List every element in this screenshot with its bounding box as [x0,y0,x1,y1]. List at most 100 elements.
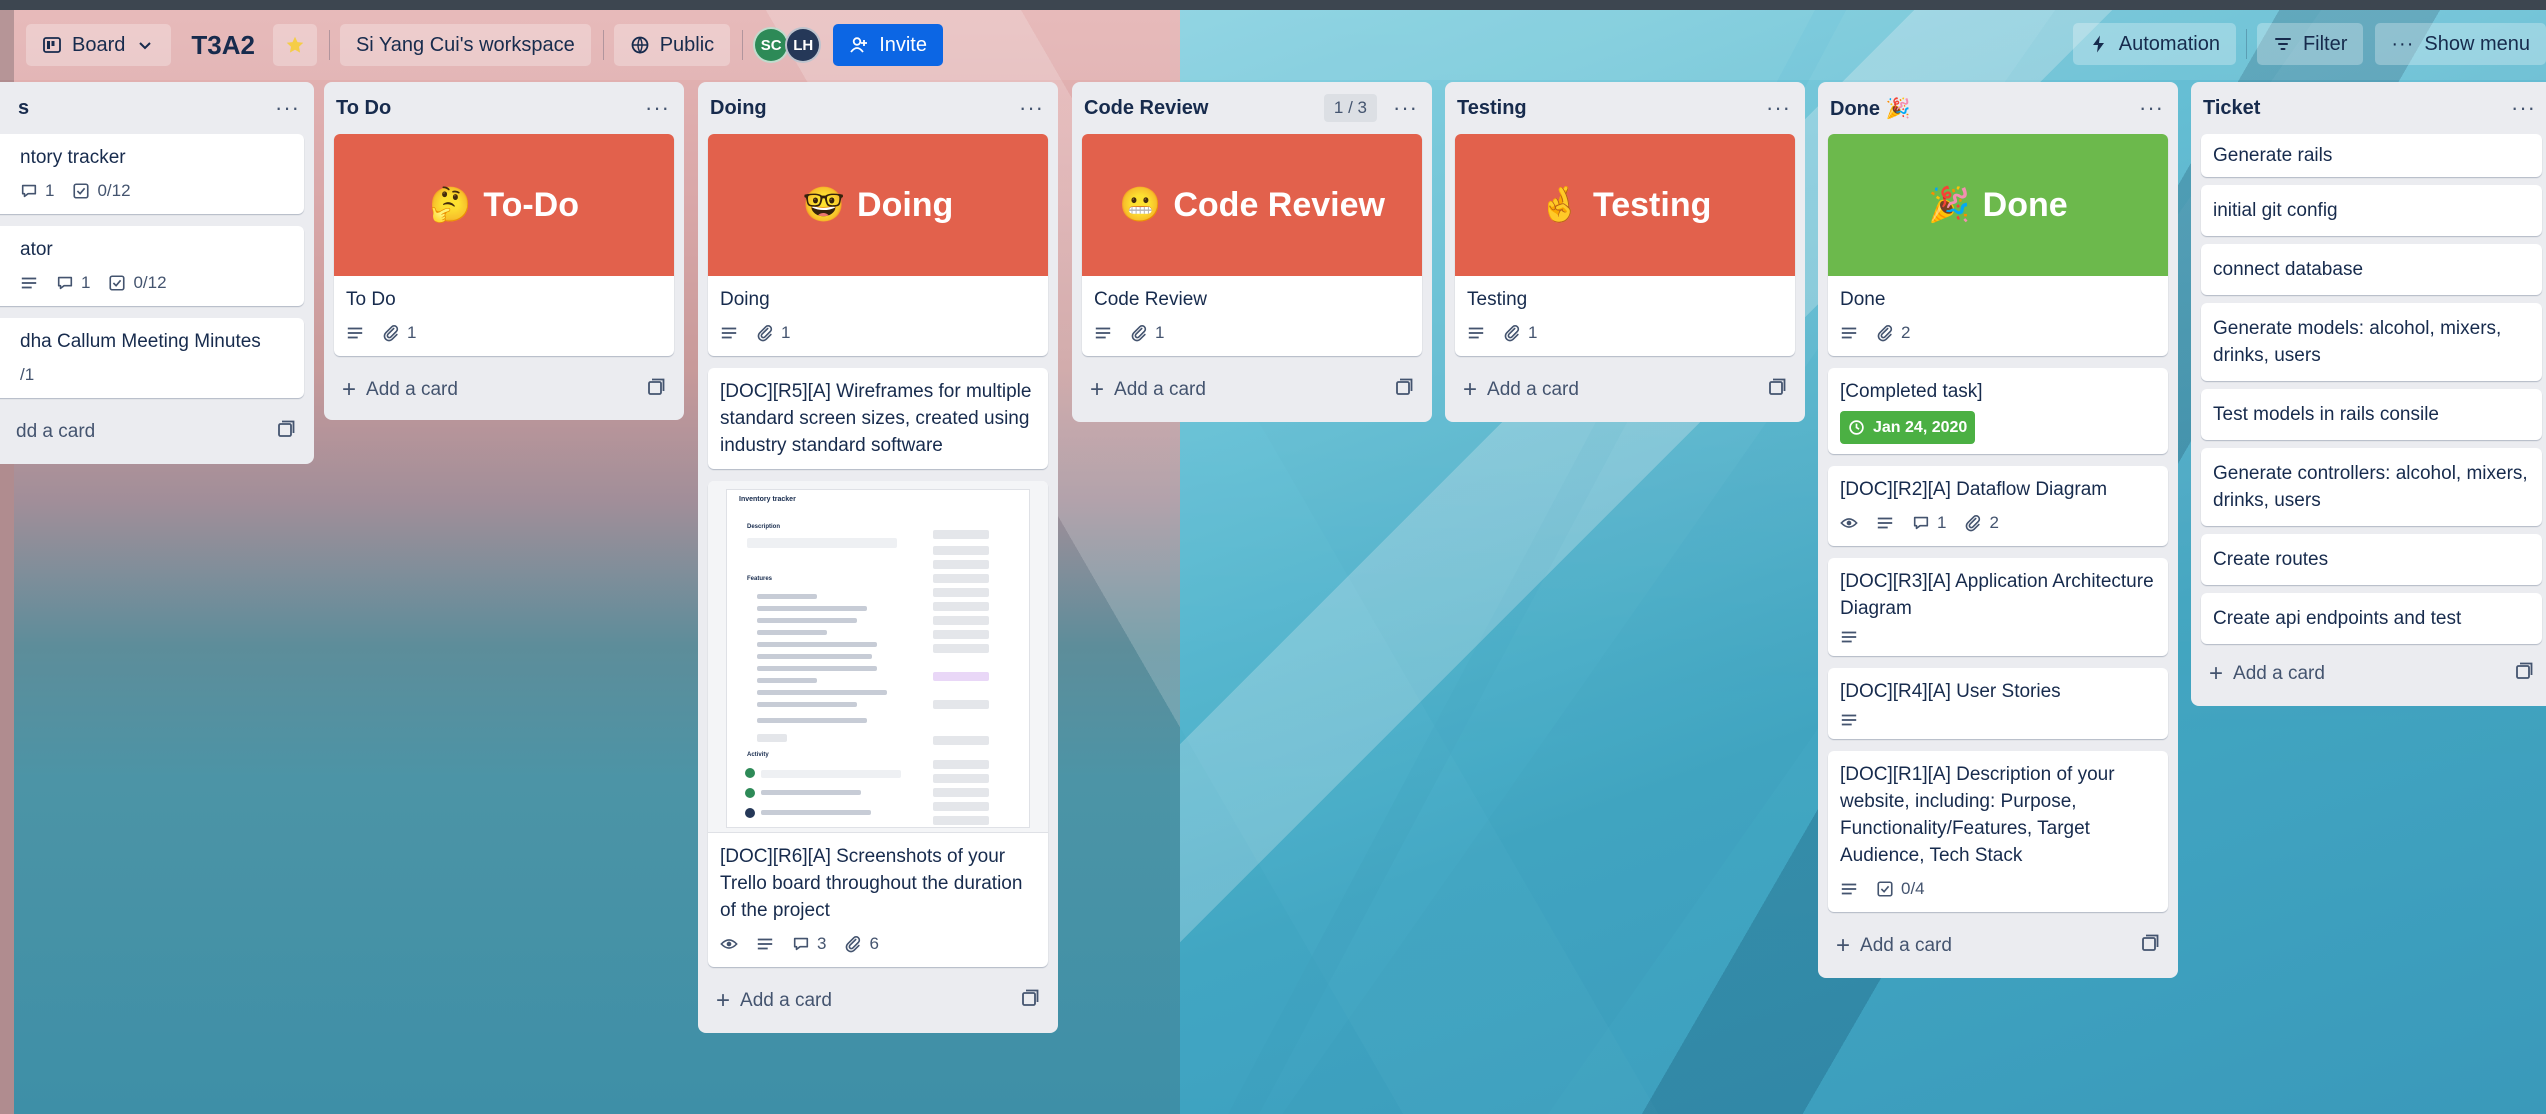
checklist-icon [1876,880,1894,898]
attachment-count: 2 [1901,323,1911,342]
list-card[interactable]: ntory tracker 1 0/12 [0,134,304,214]
create-from-template-icon[interactable] [2140,933,2160,959]
cover-emoji: 🤓 [802,186,846,224]
checklist-icon [108,274,126,292]
list-card[interactable]: Test models in rails consile [2201,389,2542,440]
description-icon [20,274,38,292]
card-badges: 1 [720,319,1036,346]
card-title: ntory tracker [20,147,126,168]
list-card[interactable]: ator 1 0/12 [0,226,304,306]
description-badge [346,324,364,342]
add-card-button[interactable]: + Add a card [708,979,1048,1023]
description-icon [1094,324,1112,342]
list-header: s ··· [0,82,304,134]
list-card[interactable]: Generate rails [2201,134,2542,177]
list-card[interactable]: dha Callum Meeting Minutes /1 [0,318,304,398]
list-menu-icon[interactable]: ··· [2511,97,2536,119]
list-card[interactable]: 🎉 Done Done 2 [1828,134,2168,356]
list-card[interactable]: Create api endpoints and test [2201,593,2542,644]
card-title: dha Callum Meeting Minutes [20,331,261,352]
list-card[interactable]: Generate controllers: alcohol, mixers, d… [2201,448,2542,526]
list-card[interactable]: 🤔 To-Do To Do 1 [334,134,674,356]
list-card[interactable]: 😬 Code Review Code Review 1 [1082,134,1422,356]
add-card-button[interactable]: dd a card [0,410,304,454]
board-icon [43,37,61,53]
card-title: To Do [346,289,396,310]
list-card[interactable]: [Completed task] Jan 24, 2020 [1828,368,2168,454]
cover-text: Done [1982,185,2068,224]
list-card[interactable]: initial git config [2201,185,2542,236]
comment-icon [792,935,810,953]
list-card[interactable]: Inventory tracker Description Features A… [708,481,1048,967]
list-menu-icon[interactable]: ··· [1019,97,1044,119]
list-menu-icon[interactable]: ··· [275,97,300,119]
plus-icon: + [1836,932,1851,959]
card-title: [DOC][R4][A] User Stories [1840,681,2061,702]
show-menu-button[interactable]: ··· Show menu [2375,23,2546,65]
list-card[interactable]: Create routes [2201,534,2542,585]
list-card[interactable]: 🤓 Doing Doing 1 [708,134,1048,356]
card-badges: 2 [1840,319,2156,346]
description-icon [346,324,364,342]
create-from-template-icon[interactable] [2514,661,2534,687]
create-from-template-icon[interactable] [1394,377,1414,403]
workspace-button[interactable]: Si Yang Cui's workspace [339,24,591,66]
list-title[interactable]: To Do [336,97,391,120]
header-divider [328,30,330,60]
list-menu-icon[interactable]: ··· [1393,97,1418,119]
avatar[interactable]: LH [785,27,822,63]
create-from-template-icon[interactable] [276,419,296,445]
add-card-button[interactable]: + Add a card [334,368,674,412]
list-header: To Do ··· [334,82,674,134]
list-title[interactable]: Doing [710,97,767,120]
list-title[interactable]: s [0,97,29,120]
card-title: [DOC][R2][A] Dataflow Diagram [1840,479,2108,500]
add-card-button[interactable]: + Add a card [2201,652,2542,696]
list-card[interactable]: [DOC][R3][A] Application Architecture Di… [1828,558,2168,656]
create-from-template-icon[interactable] [1020,988,1040,1014]
list-menu-icon[interactable]: ··· [2139,97,2164,119]
create-from-template-icon[interactable] [1767,377,1787,403]
list-card[interactable]: [DOC][R4][A] User Stories [1828,668,2168,739]
cover-text: Doing [857,185,954,224]
star-button[interactable] [272,24,317,66]
card-title: [Completed task] [1840,381,1983,402]
list-menu-icon[interactable]: ··· [1766,97,1791,119]
checklist-badge: 0/12 [72,177,131,204]
create-from-template-icon[interactable] [646,377,666,403]
list-title[interactable]: Ticket [2203,97,2260,120]
workspace-label: Si Yang Cui's workspace [355,33,575,56]
list-card[interactable]: [DOC][R1][A] Description of your website… [1828,751,2168,912]
list-card[interactable]: [DOC][R5][A] Wireframes for multiple sta… [708,368,1048,469]
add-card-button[interactable]: + Add a card [1455,368,1795,412]
board-title[interactable]: T3A2 [191,30,255,61]
list-card[interactable]: connect database [2201,244,2542,295]
list-card[interactable]: Generate models: alcohol, mixers, drinks… [2201,303,2542,381]
add-card-button[interactable]: + Add a card [1828,924,2168,968]
list-title[interactable]: Code Review [1084,97,1208,120]
checklist-count: 0/12 [97,181,131,200]
automation-button[interactable]: Automation [2072,23,2236,65]
attachments-badge: 1 [382,319,416,346]
card-badges: 0/4 [1840,875,2156,902]
invite-button[interactable]: Invite [833,24,943,66]
list-menu-icon[interactable]: ··· [645,97,670,119]
filter-button[interactable]: Filter [2256,23,2364,65]
visibility-button[interactable]: Public [613,24,731,66]
card-title: [DOC][R3][A] Application Architecture Di… [1840,571,2154,619]
view-switcher-button[interactable]: Board [26,24,172,66]
add-card-button[interactable]: + Add a card [1082,368,1422,412]
list-title[interactable]: Done 🎉 [1830,96,1910,121]
description-icon [756,935,774,953]
list-card[interactable]: 🤞 Testing Testing 1 [1455,134,1795,356]
card-title: initial git config [2213,200,2338,221]
list-card[interactable]: [DOC][R2][A] Dataflow Diagram 1 2 [1828,466,2168,546]
card-title: [DOC][R6][A] Screenshots of your Trello … [720,846,1023,921]
avatar[interactable]: SC [753,27,790,63]
comment-count: 1 [81,273,91,292]
card-title: [DOC][R1][A] Description of your website… [1840,764,2115,866]
list-title[interactable]: Testing [1457,97,1527,120]
description-badge [20,274,38,292]
card-badges [1840,628,2156,646]
due-date-badge[interactable]: Jan 24, 2020 [1840,411,1976,444]
